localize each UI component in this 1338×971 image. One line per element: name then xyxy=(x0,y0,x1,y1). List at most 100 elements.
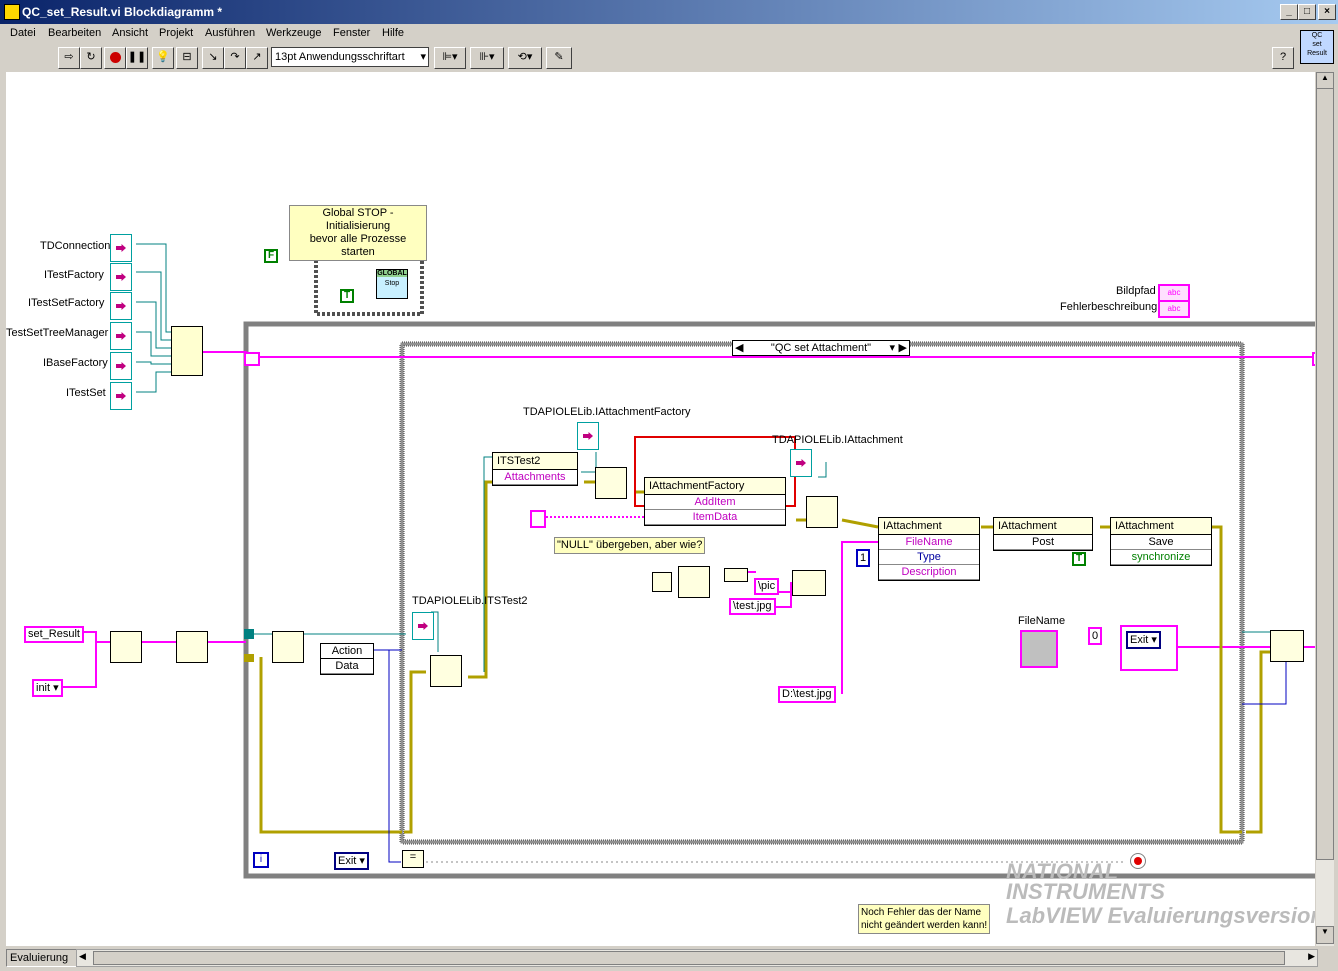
bundle-node[interactable] xyxy=(171,326,203,376)
variant-to-data-node-3[interactable] xyxy=(430,655,462,687)
case-next-icon[interactable]: ▶ xyxy=(899,341,907,355)
ref-itestsetfactory[interactable] xyxy=(110,292,132,320)
vertical-scrollbar[interactable]: ▲ ▼ xyxy=(1316,72,1334,946)
iattachment-property-node[interactable]: IAttachment FileName Type Description xyxy=(878,517,980,581)
menu-projekt[interactable]: Projekt xyxy=(159,27,193,39)
iatt-save-param: synchronize xyxy=(1111,550,1211,565)
variant-to-data-node-2[interactable] xyxy=(806,496,838,528)
menu-werkzeuge[interactable]: Werkzeuge xyxy=(266,27,321,39)
unbundle-by-name-node[interactable]: Action Data xyxy=(320,643,374,675)
init-enum-value: init xyxy=(36,682,51,694)
ref-iattachmentfactory[interactable] xyxy=(577,422,599,450)
help-button[interactable]: ? xyxy=(1272,47,1294,69)
run-arrow-icon[interactable]: ⇨ xyxy=(58,47,80,69)
init-enum-constant[interactable]: init ▾ xyxy=(32,679,63,697)
scroll-right-icon[interactable]: ▶ xyxy=(1308,951,1315,962)
error-tunnel[interactable] xyxy=(244,654,254,662)
retain-wire-values-icon[interactable]: ⊟ xyxy=(176,47,198,69)
maximize-button[interactable]: □ xyxy=(1298,4,1316,20)
highlight-execution-icon[interactable]: 💡 xyxy=(152,47,174,69)
ref-ibasefactory[interactable] xyxy=(110,352,132,380)
ref-testsettreemanager[interactable] xyxy=(110,322,132,350)
fehlerbeschreibung-label: Fehlerbeschreibung xyxy=(1060,301,1158,313)
bool-constant-true[interactable]: T xyxy=(340,289,355,303)
fehlerbeschreibung-indicator[interactable]: abc xyxy=(1158,300,1190,318)
concatenate-strings-node[interactable] xyxy=(792,570,826,596)
shift-register-right[interactable] xyxy=(1312,352,1315,366)
scroll-down-icon[interactable]: ▼ xyxy=(1316,926,1334,944)
equal-compare-node[interactable]: = xyxy=(402,850,424,868)
bool-constant-false[interactable]: F xyxy=(264,249,279,263)
bool-true-label: T xyxy=(344,290,351,301)
type-constant-value: 1 xyxy=(860,552,867,564)
reorder-icon[interactable]: ⟲▾ xyxy=(508,47,542,69)
run-continuously-icon[interactable]: ↻ xyxy=(80,47,102,69)
window-title: QC_set_Result.vi Blockdiagramm * xyxy=(22,5,223,19)
minimize-button[interactable]: _ xyxy=(1280,4,1298,20)
ref-itestset[interactable] xyxy=(110,382,132,410)
filename-control[interactable] xyxy=(1020,630,1058,668)
bool-constant-synchronize[interactable]: T xyxy=(1072,552,1087,566)
iatt-prop-description: Description xyxy=(879,565,979,580)
shift-register-left[interactable] xyxy=(244,352,260,366)
hscroll-thumb[interactable] xyxy=(93,951,1285,965)
case-prev-icon[interactable]: ◀ xyxy=(735,341,743,355)
vi-icon-line1: QC xyxy=(1311,32,1323,39)
itstest2-property-node[interactable]: ITSTest2 Attachments xyxy=(492,452,578,486)
block-diagram-canvas[interactable]: Global STOP - Initialisierung bevor alle… xyxy=(6,72,1315,946)
string-convert-node[interactable] xyxy=(724,568,748,582)
path-to-string-node[interactable] xyxy=(678,566,710,598)
variant-to-data-node-1[interactable] xyxy=(595,467,627,499)
menu-hilfe[interactable]: Hilfe xyxy=(382,27,404,39)
step-into-icon[interactable]: ↘ xyxy=(202,47,224,69)
set-result-constant[interactable]: set_Result xyxy=(24,626,84,643)
align-objects-icon[interactable]: ⊫▾ xyxy=(434,47,466,69)
cleanup-diagram-icon[interactable]: ✎ xyxy=(546,47,572,69)
abort-icon[interactable] xyxy=(104,47,126,69)
enqueue-element-node[interactable] xyxy=(1270,630,1304,662)
exit-enum-compare-constant[interactable]: Exit ▾ xyxy=(334,852,369,870)
iattachmentfactory-invoke-node[interactable]: IAttachmentFactory AddItem ItemData xyxy=(644,477,786,526)
variant-constant[interactable] xyxy=(530,510,546,528)
scrollbar-thumb[interactable] xyxy=(1316,88,1334,860)
app-dir-node[interactable] xyxy=(652,572,672,592)
queue-tunnel[interactable] xyxy=(244,629,254,639)
ref-iattachment[interactable] xyxy=(790,449,812,477)
global-variable-stop[interactable]: GLOBAL Stop xyxy=(376,269,408,299)
cluster-constant[interactable]: Exit ▾ xyxy=(1120,625,1178,671)
obtain-queue-node[interactable] xyxy=(110,631,142,663)
ref-itestfactory[interactable] xyxy=(110,263,132,291)
menu-ansicht[interactable]: Ansicht xyxy=(112,27,148,39)
enqueue-node-1[interactable] xyxy=(176,631,208,663)
ref-tdconnection[interactable] xyxy=(110,234,132,262)
iattachment-post-node[interactable]: IAttachment Post xyxy=(993,517,1093,551)
font-select[interactable]: 13pt Anwendungsschriftart ▾ xyxy=(271,47,429,67)
global-var-name: Stop xyxy=(384,280,400,287)
horizontal-scrollbar[interactable]: ◀ ▶ xyxy=(76,949,1318,967)
close-button[interactable]: × xyxy=(1318,4,1336,20)
loop-iteration-terminal[interactable]: i xyxy=(253,852,269,868)
type-constant[interactable]: 1 xyxy=(856,549,871,567)
scroll-left-icon[interactable]: ◀ xyxy=(79,951,86,962)
distribute-objects-icon[interactable]: ⊪▾ xyxy=(470,47,504,69)
bildpfad-abc: abc xyxy=(1167,288,1181,297)
menu-fenster[interactable]: Fenster xyxy=(333,27,370,39)
menu-ausfuehren[interactable]: Ausführen xyxy=(205,27,255,39)
string-constant-pic[interactable]: \pic xyxy=(754,578,780,595)
numeric-constant-zero[interactable]: 0 xyxy=(1088,627,1103,645)
string-constant-testjpg[interactable]: \test.jpg xyxy=(729,598,776,615)
dequeue-node[interactable] xyxy=(272,631,304,663)
pause-icon[interactable]: ❚❚ xyxy=(126,47,148,69)
vi-icon[interactable]: QC set Result xyxy=(1300,30,1334,64)
iatt-prop-type: Type xyxy=(879,550,979,565)
ref-itstest2[interactable] xyxy=(412,612,434,640)
string-constant-dpath[interactable]: D:\test.jpg xyxy=(778,686,836,703)
menu-bearbeiten[interactable]: Bearbeiten xyxy=(48,27,101,39)
exit-enum2-value: Exit xyxy=(338,855,357,867)
step-out-icon[interactable]: ↗ xyxy=(246,47,268,69)
iattachment-save-node[interactable]: IAttachment Save synchronize xyxy=(1110,517,1212,566)
menu-datei[interactable]: Datei xyxy=(10,27,36,39)
case-selector[interactable]: ◀ "QC set Attachment" ▾ ▶ xyxy=(732,340,910,356)
step-over-icon[interactable]: ↷ xyxy=(224,47,246,69)
exit-enum-constant[interactable]: Exit ▾ xyxy=(1126,631,1161,649)
